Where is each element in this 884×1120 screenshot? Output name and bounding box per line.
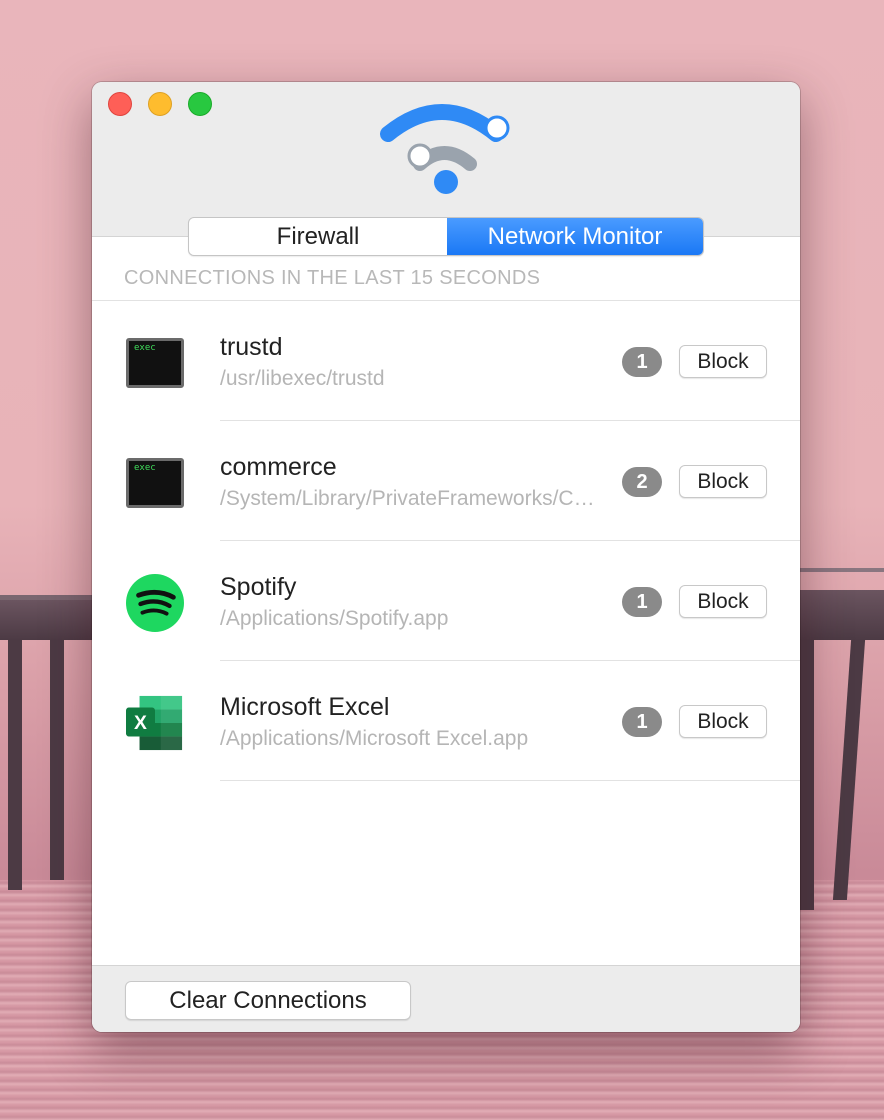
app-name: Microsoft Excel xyxy=(220,693,390,721)
background-pier-deck xyxy=(0,600,95,640)
exec-terminal-icon: exec xyxy=(126,454,184,512)
spotify-icon xyxy=(126,574,184,632)
maximize-window-button[interactable] xyxy=(188,92,212,116)
connection-count-badge: 1 xyxy=(622,587,662,617)
clear-connections-button[interactable]: Clear Connections xyxy=(125,981,411,1020)
tab-firewall[interactable]: Firewall xyxy=(189,218,447,255)
app-path: /System/Library/PrivateFrameworks/Commer… xyxy=(220,487,600,510)
excel-icon: X xyxy=(126,695,183,751)
titlebar xyxy=(92,82,800,237)
connection-count-badge: 1 xyxy=(622,707,662,737)
background-pier-rail xyxy=(798,568,884,572)
svg-text:X: X xyxy=(134,713,147,734)
block-button[interactable]: Block xyxy=(679,705,767,738)
wifi-logo-icon xyxy=(380,104,510,194)
block-button[interactable]: Block xyxy=(679,465,767,498)
footer-bar: Clear Connections xyxy=(92,965,800,1032)
close-window-button[interactable] xyxy=(108,92,132,116)
background-pier-post xyxy=(832,640,866,900)
row-divider xyxy=(220,780,800,781)
app-name: commerce xyxy=(220,453,337,481)
background-pier-deck xyxy=(798,590,884,640)
connection-row: Spotify /Applications/Spotify.app 1 Bloc… xyxy=(92,541,800,661)
background-pier-post xyxy=(8,640,22,890)
view-segmented-control: Firewall Network Monitor xyxy=(188,217,704,256)
connection-count-badge: 1 xyxy=(622,347,662,377)
connection-row: X Microsoft Excel /Applications/Microsof… xyxy=(92,661,800,781)
background-pier-post xyxy=(800,640,814,910)
section-header: CONNECTIONS IN THE LAST 15 SECONDS xyxy=(124,267,541,289)
app-path: /Applications/Spotify.app xyxy=(220,607,449,630)
connections-list: exec trustd /usr/libexec/trustd 1 Block … xyxy=(92,301,800,781)
background-pier-post xyxy=(50,640,64,880)
block-button[interactable]: Block xyxy=(679,345,767,378)
minimize-window-button[interactable] xyxy=(148,92,172,116)
exec-terminal-icon: exec xyxy=(126,334,184,392)
connection-row: exec trustd /usr/libexec/trustd 1 Block xyxy=(92,301,800,421)
tab-network-monitor[interactable]: Network Monitor xyxy=(447,218,703,255)
app-path: /usr/libexec/trustd xyxy=(220,367,385,390)
block-button[interactable]: Block xyxy=(679,585,767,618)
connection-count-badge: 2 xyxy=(622,467,662,497)
app-name: Spotify xyxy=(220,573,297,601)
connection-row: exec commerce /System/Library/PrivateFra… xyxy=(92,421,800,541)
app-window: Firewall Network Monitor CONNECTIONS IN … xyxy=(92,82,800,1032)
app-name: trustd xyxy=(220,333,283,361)
app-path: /Applications/Microsoft Excel.app xyxy=(220,727,529,750)
